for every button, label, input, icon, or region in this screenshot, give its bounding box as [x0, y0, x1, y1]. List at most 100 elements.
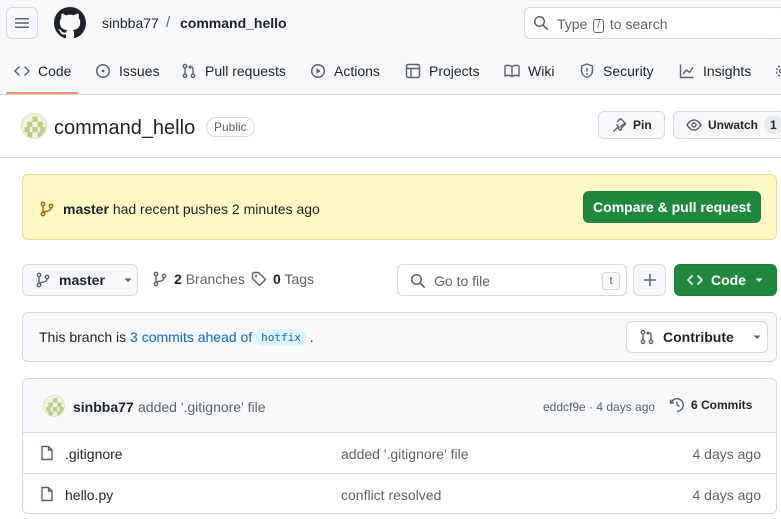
plus-icon	[643, 273, 656, 287]
table-row[interactable]: hello.py conflict resolved 4 days ago	[23, 474, 776, 513]
pull-request-icon	[182, 63, 196, 79]
commit-hash-time[interactable]: eddcf9e · 4 days ago	[543, 400, 655, 414]
pin-label: Pin	[633, 118, 652, 132]
caret-down-icon	[755, 278, 763, 282]
code-dropdown-button[interactable]: Code	[674, 264, 777, 296]
tags-label: Tags	[284, 271, 315, 287]
contribute-button[interactable]: Contribute	[626, 321, 768, 353]
tags-link[interactable]: 0 Tags	[251, 271, 314, 287]
file-icon	[41, 486, 53, 502]
banner-branch: master	[63, 201, 109, 217]
file-table: sinbba77 added '.gitignore' file eddcf9e…	[22, 378, 777, 514]
graph-icon	[679, 64, 694, 79]
caret-down-icon	[753, 335, 761, 339]
watch-count: 1	[764, 116, 781, 134]
shield-icon	[580, 63, 594, 79]
commit-message[interactable]: added '.gitignore' file	[138, 399, 266, 415]
search-icon	[533, 15, 548, 30]
tab-code[interactable]: Code	[14, 55, 71, 87]
branches-label: Branches	[185, 271, 245, 287]
tab-actions-label: Actions	[334, 63, 380, 79]
search-placeholder: Type / to search	[557, 16, 668, 33]
go-to-file-input[interactable]: Go to file t	[397, 264, 627, 296]
breadcrumb-repo[interactable]: command_hello	[180, 15, 287, 31]
branches-count: 2	[174, 271, 182, 287]
banner-message: master had recent pushes 2 minutes ago	[63, 201, 320, 217]
tab-insights-label: Insights	[703, 63, 752, 79]
owner-avatar[interactable]	[21, 113, 47, 139]
recent-push-banner: master had recent pushes 2 minutes ago C…	[22, 174, 777, 240]
book-icon	[504, 64, 520, 78]
menu-button[interactable]	[6, 7, 38, 39]
branch-selector[interactable]: master	[22, 264, 138, 296]
file-name[interactable]: .gitignore	[65, 446, 123, 462]
commits-ahead-link[interactable]: 3 commits ahead of	[130, 329, 252, 345]
tab-wiki-label: Wiki	[528, 63, 555, 79]
tab-actions[interactable]: Actions	[310, 55, 380, 87]
go-to-file-placeholder: Go to file	[434, 273, 491, 289]
commits-label: 6 Commits	[691, 398, 753, 412]
table-row[interactable]: .gitignore added '.gitignore' file 4 day…	[23, 433, 776, 474]
tab-insights[interactable]: Insights	[679, 55, 751, 87]
file-icon	[41, 445, 53, 461]
active-tab-indicator	[6, 92, 78, 94]
compare-pull-request-button[interactable]: Compare & pull request	[583, 191, 761, 223]
latest-commit-row: sinbba77 added '.gitignore' file eddcf9e…	[23, 379, 776, 433]
unwatch-button[interactable]: Unwatch 1	[673, 111, 781, 139]
pin-icon	[613, 118, 627, 132]
file-commit-message[interactable]: added '.gitignore' file	[341, 446, 469, 462]
branch-status-box: This branch is 3 commits ahead of hotfix…	[22, 312, 777, 362]
unwatch-label: Unwatch	[708, 118, 759, 132]
pin-button[interactable]: Pin	[598, 111, 665, 139]
go-to-file-shortcut: t	[602, 272, 620, 290]
tab-security-label: Security	[603, 63, 654, 79]
add-file-button[interactable]	[633, 264, 666, 296]
breadcrumb-separator: /	[166, 14, 171, 31]
commit-author-avatar[interactable]	[43, 395, 65, 417]
table-icon	[405, 63, 421, 79]
contribute-label: Contribute	[663, 329, 734, 345]
caret-down-icon	[124, 278, 132, 282]
branch-icon	[153, 271, 167, 287]
file-commit-message[interactable]: conflict resolved	[341, 487, 441, 503]
global-search-input[interactable]: Type / to search	[524, 7, 781, 39]
tab-wiki[interactable]: Wiki	[504, 55, 554, 87]
breadcrumb-owner[interactable]: sinbba77	[102, 15, 159, 31]
branch-icon	[40, 201, 54, 217]
eye-icon	[686, 119, 702, 131]
tab-code-label: Code	[38, 63, 72, 79]
tab-pull-requests[interactable]: Pull requests	[181, 55, 286, 87]
play-icon	[310, 63, 326, 79]
tab-settings-partial[interactable]	[774, 55, 781, 87]
issue-icon	[95, 63, 111, 79]
tab-projects-label: Projects	[429, 63, 480, 79]
identicon-icon	[46, 398, 64, 416]
repo-name[interactable]: command_hello	[54, 117, 195, 140]
code-icon	[687, 275, 703, 285]
branch-icon	[36, 272, 50, 288]
search-icon	[410, 273, 425, 288]
tab-projects[interactable]: Projects	[405, 55, 480, 87]
visibility-badge: Public	[206, 117, 255, 137]
tab-pull-requests-label: Pull requests	[205, 63, 286, 79]
file-date: 4 days ago	[692, 446, 762, 462]
gear-icon	[775, 64, 781, 78]
code-icon	[14, 66, 30, 76]
branch-selector-label: master	[59, 272, 105, 288]
code-button-label: Code	[711, 272, 746, 288]
tab-security[interactable]: Security	[579, 55, 654, 87]
search-shortcut-key: /	[593, 19, 605, 33]
pull-request-icon	[640, 329, 654, 345]
app-header: sinbba77 / command_hello Type / to searc…	[0, 0, 781, 95]
file-name[interactable]: hello.py	[65, 487, 113, 503]
hamburger-icon	[15, 18, 29, 28]
compare-branch-tag[interactable]: hotfix	[256, 329, 306, 346]
github-logo-icon[interactable]	[54, 7, 86, 39]
commit-author[interactable]: sinbba77	[73, 399, 134, 415]
tab-issues[interactable]: Issues	[95, 55, 159, 87]
file-date: 4 days ago	[692, 487, 762, 503]
branches-link[interactable]: 2 Branches	[152, 271, 245, 287]
commits-history-link[interactable]: 6 Commits	[669, 397, 752, 413]
tab-issues-label: Issues	[119, 63, 160, 79]
tags-count: 0	[273, 271, 281, 287]
